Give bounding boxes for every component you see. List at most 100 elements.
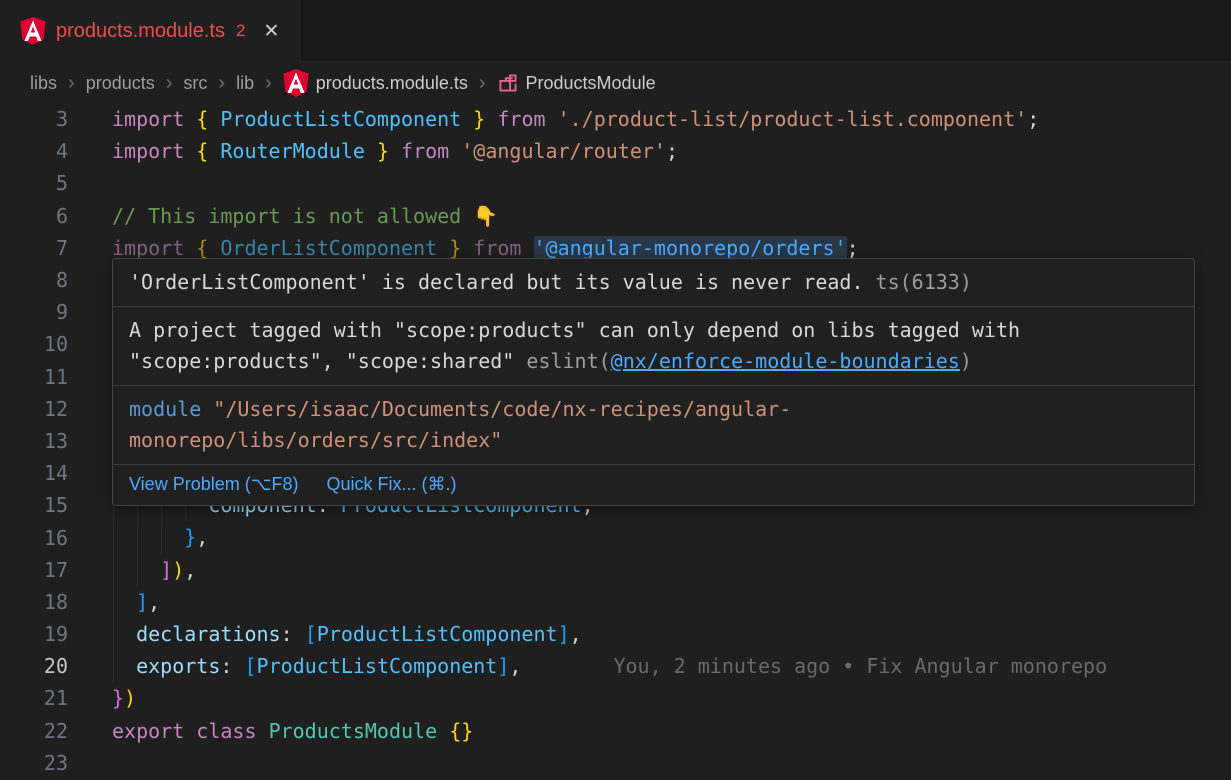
code-token: ,	[196, 525, 208, 549]
eslint-rule-link[interactable]: @nx/enforce-module-boundaries	[611, 349, 960, 373]
code-token: // This import is not allowed 👇	[112, 204, 498, 228]
line-number: 15	[0, 493, 68, 517]
code-token: :	[281, 622, 305, 646]
code-token: ]	[160, 558, 172, 582]
code-token	[389, 139, 401, 163]
code-token: }	[449, 236, 461, 260]
code-token: OrderListComponent	[220, 236, 437, 260]
code-token	[521, 236, 533, 260]
code-token: ]	[558, 622, 570, 646]
line-content: ]),	[112, 554, 1231, 586]
code-line-22[interactable]: 22export class ProductsModule {}	[0, 715, 1231, 747]
code-token: './product-list/product-list.component'	[558, 107, 1028, 131]
indent-guide	[113, 521, 114, 553]
code-token: ;	[666, 139, 678, 163]
hover-section: module "/Users/isaac/Documents/code/nx-r…	[113, 386, 1194, 464]
code-token: ;	[1027, 107, 1039, 131]
code-token: ,	[509, 654, 521, 678]
chevron-right-icon: ›	[68, 73, 75, 93]
close-icon[interactable]: ✕	[263, 20, 279, 43]
code-token: exports	[136, 654, 220, 678]
code-line-23[interactable]: 23	[0, 747, 1231, 779]
line-number: 17	[0, 558, 68, 582]
tab-title: products.module.ts	[56, 20, 225, 43]
code-line-5[interactable]: 5	[0, 167, 1231, 199]
hover-sections: 'OrderListComponent' is declared but its…	[113, 259, 1194, 464]
breadcrumb-item-productsmodule[interactable]: ProductsModule	[497, 72, 656, 94]
code-token	[208, 236, 220, 260]
line-number: 11	[0, 365, 68, 389]
code-line-3[interactable]: 3import { ProductListComponent } from '.…	[0, 103, 1231, 135]
code-token: {}	[449, 719, 473, 743]
code-token	[449, 139, 461, 163]
code-line-21[interactable]: 21})	[0, 682, 1231, 714]
breadcrumb-item-src[interactable]: src	[183, 73, 207, 94]
code-token: }	[377, 139, 389, 163]
code-token	[437, 719, 449, 743]
code-token: export	[112, 719, 184, 743]
hover-text: "scope:products", "scope:shared"	[129, 349, 526, 373]
chevron-right-icon: ›	[265, 73, 272, 93]
breadcrumb-item-libs[interactable]: libs	[30, 73, 57, 94]
hover-action-view[interactable]: View Problem (⌥F8)	[129, 474, 298, 495]
code-line-20[interactable]: 20 exports: [ProductListComponent],You, …	[0, 650, 1231, 682]
breadcrumb-label: lib	[236, 73, 254, 94]
code-line-6[interactable]: 6 // This import is not allowed 👇	[0, 200, 1231, 232]
code-token: from	[497, 107, 545, 131]
indent-guide	[113, 554, 114, 586]
line-number: 13	[0, 429, 68, 453]
code-token: import	[112, 139, 184, 163]
hover-line: "scope:products", "scope:shared" eslint(…	[129, 346, 1178, 377]
code-token: {	[196, 139, 208, 163]
line-content: exports: [ProductListComponent],You, 2 m…	[112, 650, 1231, 682]
indent-guide	[113, 618, 114, 650]
breadcrumb-item-lib[interactable]: lib	[236, 73, 254, 94]
code-token: from	[401, 139, 449, 163]
hover-line: 'OrderListComponent' is declared but its…	[129, 267, 1178, 298]
code-token	[257, 719, 269, 743]
angular-icon	[20, 17, 46, 45]
line-content	[112, 167, 1231, 199]
code-token: RouterModule	[220, 139, 365, 163]
indent-guide	[137, 521, 138, 553]
code-token	[184, 139, 196, 163]
code-token	[461, 107, 473, 131]
indent-guide	[113, 650, 114, 682]
vscode-window: products.module.ts 2 ✕ libs › products › src…	[0, 0, 1231, 780]
line-number: 6	[0, 204, 68, 228]
tab-problems-badge: 2	[236, 21, 245, 41]
code-token: ,	[148, 590, 160, 614]
code-token: ProductListComponent	[317, 622, 558, 646]
code-token	[184, 236, 196, 260]
line-content: export class ProductsModule {}	[112, 715, 1231, 747]
code-line-4[interactable]: 4import { RouterModule } from '@angular/…	[0, 135, 1231, 167]
code-token: from	[473, 236, 521, 260]
code-line-19[interactable]: 19 declarations: [ProductListComponent],	[0, 618, 1231, 650]
hover-section: A project tagged with "scope:products" c…	[113, 307, 1194, 385]
tab-products-module[interactable]: products.module.ts 2 ✕	[0, 0, 300, 62]
line-number: 18	[0, 590, 68, 614]
line-number: 8	[0, 268, 68, 292]
code-token: ,	[570, 622, 582, 646]
code-token	[208, 107, 220, 131]
breadcrumb-item-products-module-ts[interactable]: products.module.ts	[283, 69, 468, 97]
code-line-16[interactable]: 16 },	[0, 521, 1231, 553]
breadcrumb-item-products[interactable]: products	[86, 73, 155, 94]
line-number: 5	[0, 171, 68, 195]
line-content: import { ProductListComponent } from './…	[112, 103, 1231, 135]
line-number: 4	[0, 139, 68, 163]
hover-line: monorepo/libs/orders/src/index"	[129, 425, 1178, 456]
code-token: )	[172, 558, 184, 582]
code-token	[112, 654, 136, 678]
line-content: // This import is not allowed 👇	[112, 200, 1231, 232]
code-token	[461, 236, 473, 260]
hover-action-quick[interactable]: Quick Fix... (⌘.)	[326, 474, 456, 495]
code-token: {	[196, 107, 208, 131]
code-token	[112, 525, 184, 549]
code-token: declarations	[136, 622, 281, 646]
code-token	[184, 719, 196, 743]
code-line-17[interactable]: 17 ]),	[0, 554, 1231, 586]
hover-text: A project tagged with "scope:products" c…	[129, 318, 1020, 342]
code-line-18[interactable]: 18 ],	[0, 586, 1231, 618]
line-content: })	[112, 682, 1231, 714]
